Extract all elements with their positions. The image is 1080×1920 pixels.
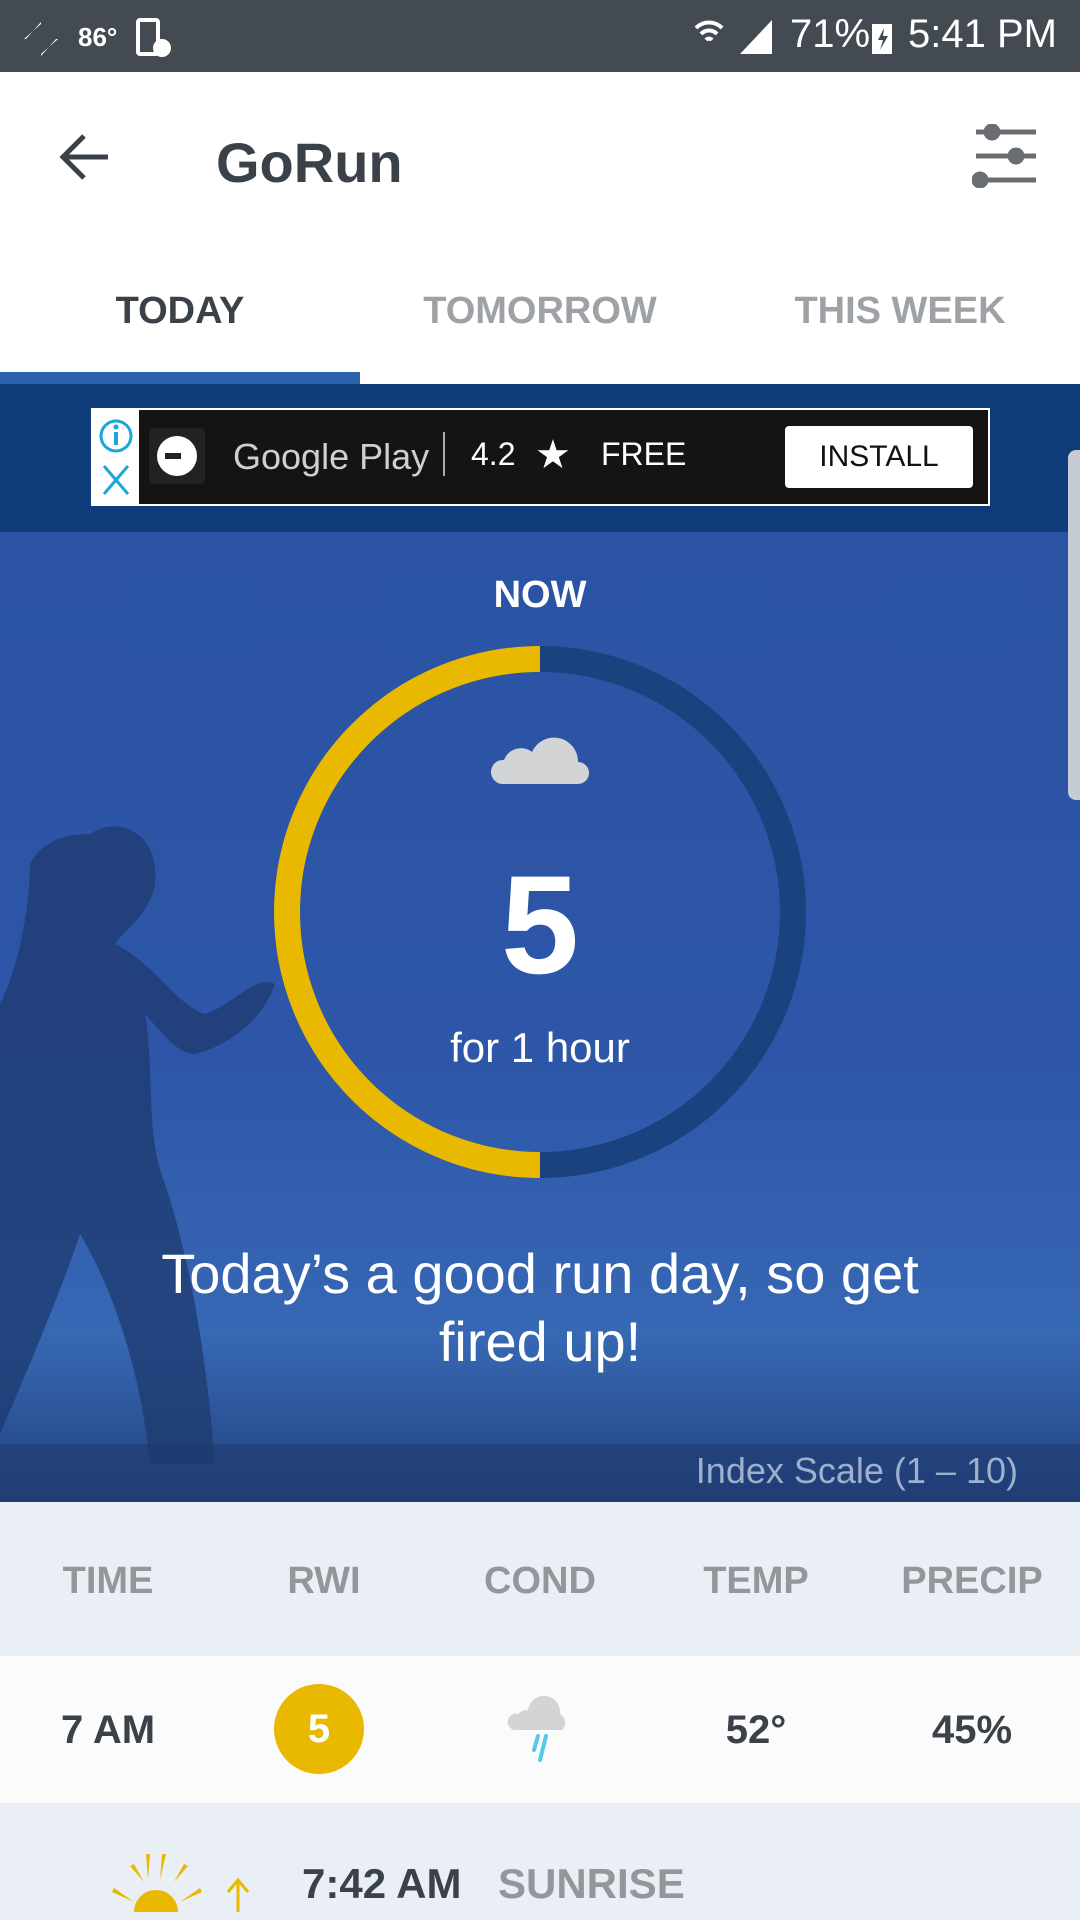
app-logo-icon xyxy=(149,428,205,484)
header-temp: TEMP xyxy=(703,1560,809,1602)
ad-price: FREE xyxy=(601,436,687,472)
sunrise-time: 7:42 AM xyxy=(302,1860,462,1907)
rwi-value: 5 xyxy=(501,846,579,1003)
row-time: 7 AM xyxy=(60,1708,156,1752)
row-temp: 52° xyxy=(725,1708,787,1752)
battery-percent: 71% xyxy=(790,12,871,56)
header-rwi: RWI xyxy=(287,1560,361,1602)
hero-panel: NOW 5 for 1 hour Today’s a good run day,… xyxy=(0,384,1080,1502)
arrow-left-icon[interactable] xyxy=(58,132,112,182)
status-bar: 86° 71% 5:41 PM xyxy=(0,0,1080,72)
now-label: NOW xyxy=(493,574,587,616)
pinwheel-icon xyxy=(24,22,58,56)
clock: 5:41 PM xyxy=(908,12,1057,56)
signal-icon xyxy=(740,20,772,54)
ad-info-close-icon[interactable] xyxy=(93,410,139,504)
tab-today[interactable]: TODAY xyxy=(0,290,360,333)
star-icon: ★ xyxy=(535,433,571,477)
wifi-icon xyxy=(694,20,724,42)
app-bar: GoRun TODAY TOMORROW THIS WEEK xyxy=(0,72,1080,384)
battery-charging-icon xyxy=(872,24,892,54)
tab-tomorrow[interactable]: TOMORROW xyxy=(360,290,720,333)
row-precip: 45% xyxy=(931,1708,1013,1752)
weather-temperature: 86° xyxy=(78,22,118,52)
install-button[interactable]: INSTALL xyxy=(785,426,973,488)
index-scale-note: Index Scale (1 – 10) xyxy=(695,1450,1018,1491)
tab-this-week[interactable]: THIS WEEK xyxy=(720,290,1080,333)
sliders-icon[interactable] xyxy=(972,124,1040,188)
rwi-duration: for 1 hour xyxy=(450,1024,630,1071)
header-time: TIME xyxy=(62,1560,154,1602)
ad-store: Google Play xyxy=(233,436,430,477)
tab-indicator xyxy=(0,372,360,384)
page-title: GoRun xyxy=(216,131,403,194)
run-day-message: Today’s a good run day, so get fired up! xyxy=(161,1242,919,1373)
scrollbar[interactable] xyxy=(1068,450,1080,800)
rain-cloud-icon xyxy=(507,1695,566,1762)
sunrise-label: SUNRISE xyxy=(498,1860,685,1907)
rwi-badge: 5 xyxy=(274,1684,364,1774)
screen-timer-icon xyxy=(136,18,171,57)
ad-rating: 4.2 xyxy=(471,436,516,472)
cloud-icon xyxy=(490,737,589,784)
ad-choices[interactable] xyxy=(93,410,139,504)
sunrise-icon xyxy=(112,1854,250,1912)
ad-banner[interactable]: Google Play 4.2 ★ FREE INSTALL xyxy=(91,408,990,506)
header-precip: PRECIP xyxy=(901,1560,1043,1602)
header-cond: COND xyxy=(484,1560,596,1602)
